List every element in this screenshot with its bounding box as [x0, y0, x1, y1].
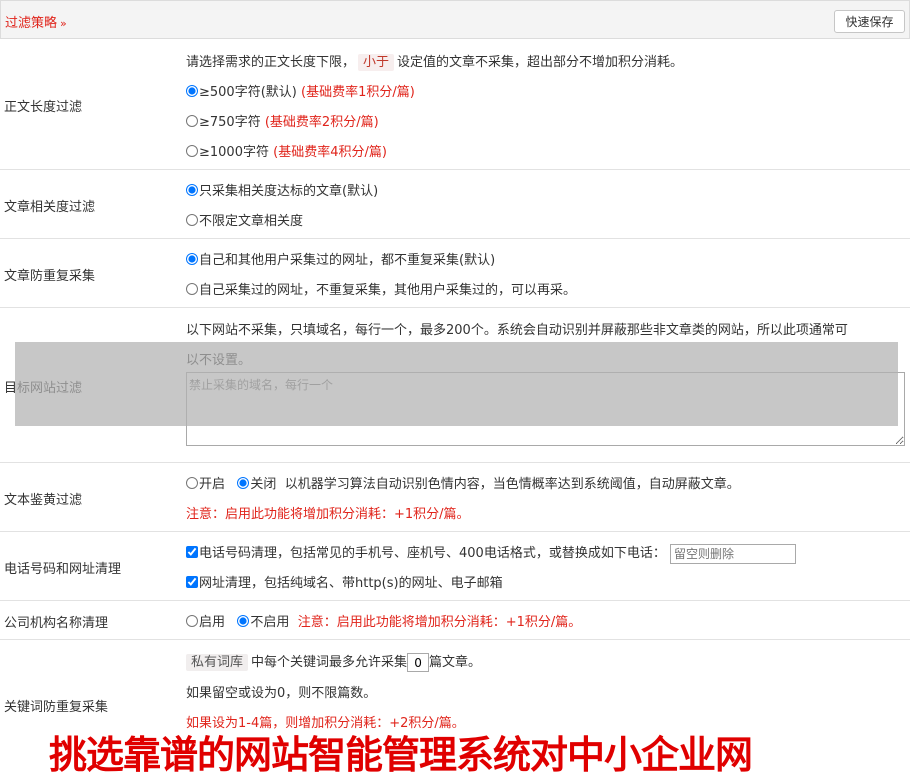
target-site-desc-line1: 以下网站不采集，只填域名，每行一个，最多200个。系统会自动识别并屏蔽那些非文章… [186, 323, 848, 338]
phone-cleanup-checkbox[interactable] [186, 546, 198, 558]
porn-filter-options: 开启 关闭 以机器学习算法自动识别色情内容，当色情概率达到系统阈值，自动屏蔽文章… [186, 473, 740, 492]
divider [0, 639, 910, 640]
length-option-750[interactable]: ≥750字符 (基础费率2积分/篇) [186, 111, 379, 130]
max-articles-per-keyword-input[interactable] [407, 653, 430, 672]
divider [0, 238, 910, 239]
replacement-phone-input[interactable] [669, 543, 796, 564]
target-site-label: 目标网站过滤 [4, 381, 83, 396]
private-lexicon-link[interactable]: 私有词库 [186, 654, 249, 671]
header-title-text: 过滤策略 [5, 16, 58, 31]
relevance-any-radio[interactable] [186, 214, 198, 226]
company-cleanup-label: 公司机构名称清理 [4, 616, 109, 631]
porn-on-radio[interactable] [186, 477, 198, 489]
porn-off-radio[interactable] [237, 477, 250, 489]
porn-filter-label: 文本鉴黄过滤 [4, 493, 83, 508]
dedup-self-radio[interactable] [186, 283, 198, 295]
relevance-strict-radio[interactable] [186, 184, 198, 196]
keyword-dedup-hint: 如果留空或设为0，则不限篇数。 [186, 686, 377, 701]
length-500-radio[interactable] [186, 85, 198, 97]
length-filter-desc: 请选择需求的正文长度下限， 小于 设定值的文章不采集，超出部分不增加积分消耗。 [186, 54, 684, 71]
less-than-badge: 小于 [358, 54, 395, 71]
divider [0, 531, 910, 532]
divider [0, 600, 910, 601]
quick-save-button[interactable]: 快速保存 [834, 10, 905, 33]
phone-url-cleanup-label: 电话号码和网址清理 [4, 562, 122, 577]
relevance-filter-label: 文章相关度过滤 [4, 200, 96, 215]
dedup-option-self[interactable]: 自己采集过的网址，不重复采集，其他用户采集过的，可以再采。 [186, 279, 576, 298]
target-site-desc-line2: 以不设置。 [186, 353, 252, 368]
filter-strategy-header: 过滤策略» 快速保存 [0, 0, 910, 39]
divider [0, 462, 910, 463]
company-off-radio[interactable] [237, 615, 250, 627]
company-cleanup-options: 启用 不启用 注意：启用此功能将增加积分消耗：+1积分/篇。 [186, 611, 581, 630]
length-1000-radio[interactable] [186, 145, 198, 157]
porn-filter-desc: 以机器学习算法自动识别色情内容，当色情概率达到系统阈值，自动屏蔽文章。 [284, 477, 740, 492]
dedup-option-all[interactable]: 自己和其他用户采集过的网址，都不重复采集(默认) [186, 249, 495, 268]
relevance-option-any[interactable]: 不限定文章相关度 [186, 210, 303, 229]
company-cleanup-note: 注意：启用此功能将增加积分消耗：+1积分/篇。 [297, 615, 582, 630]
length-filter-label: 正文长度过滤 [4, 100, 83, 115]
url-cleanup-checkbox[interactable] [186, 576, 198, 588]
dedup-label: 文章防重复采集 [4, 269, 96, 284]
watermark-caption: 挑选靠谱的网站智能管理系统对中小企业网 [49, 733, 753, 777]
filter-strategy-title[interactable]: 过滤策略» [5, 12, 67, 31]
length-750-radio[interactable] [186, 115, 198, 127]
url-cleanup-row[interactable]: 网址清理，包括纯域名、带http(s)的网址、电子邮箱 [186, 572, 503, 591]
phone-cleanup-row: 电话号码清理，包括常见的手机号、座机号、400电话格式，或替换成如下电话： [186, 542, 796, 564]
divider [0, 307, 910, 308]
divider [0, 169, 910, 170]
company-on-radio[interactable] [186, 615, 198, 627]
relevance-option-strict[interactable]: 只采集相关度达标的文章(默认) [186, 180, 378, 199]
length-option-500[interactable]: ≥500字符(默认) (基础费率1积分/篇) [186, 81, 415, 100]
dedup-all-radio[interactable] [186, 253, 198, 265]
double-chevron-icon: » [60, 17, 67, 30]
keyword-dedup-label: 关键词防重复采集 [4, 700, 109, 715]
blocked-domains-textarea[interactable] [186, 372, 905, 446]
keyword-dedup-row: 私有词库中每个关键词最多允许采集篇文章。 [186, 651, 481, 672]
porn-filter-note: 注意：启用此功能将增加积分消耗：+1积分/篇。 [186, 507, 470, 522]
length-option-1000[interactable]: ≥1000字符 (基础费率4积分/篇) [186, 141, 387, 160]
